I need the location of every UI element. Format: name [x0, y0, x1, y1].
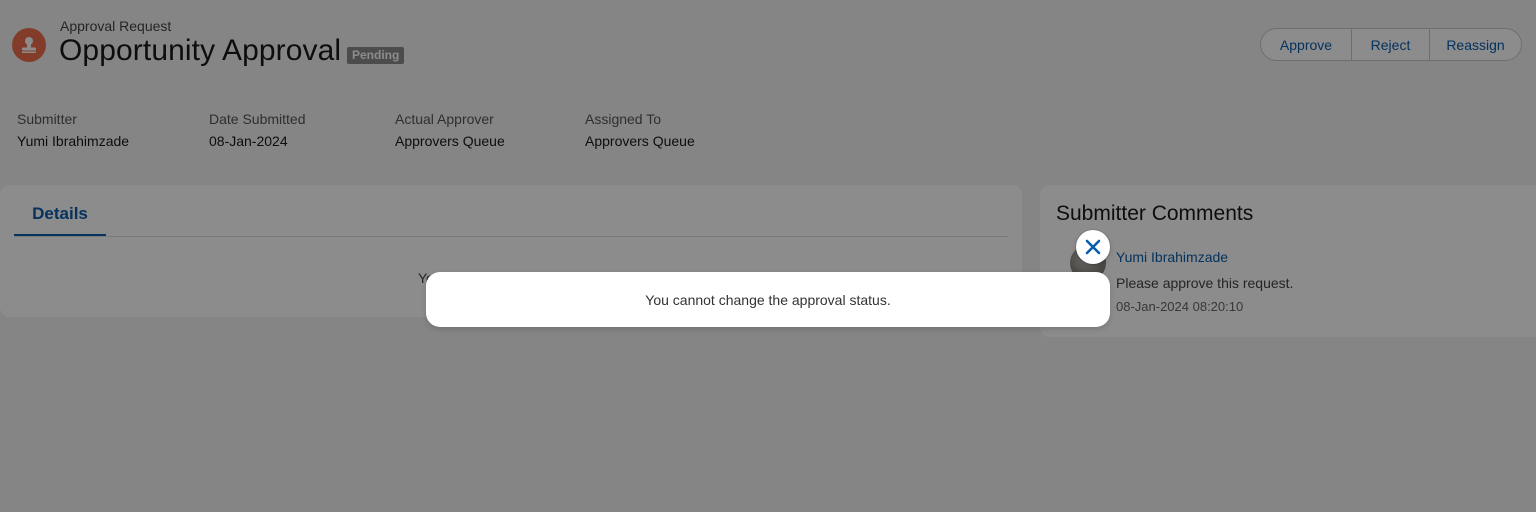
error-toast: You cannot change the approval status. [426, 272, 1110, 327]
modal-backdrop[interactable] [0, 0, 1536, 512]
close-icon [1085, 239, 1101, 255]
approval-request-page: Approval Request Opportunity Approval Pe… [0, 0, 1536, 512]
toast-close-button[interactable] [1076, 230, 1110, 264]
toast-message: You cannot change the approval status. [645, 291, 891, 308]
